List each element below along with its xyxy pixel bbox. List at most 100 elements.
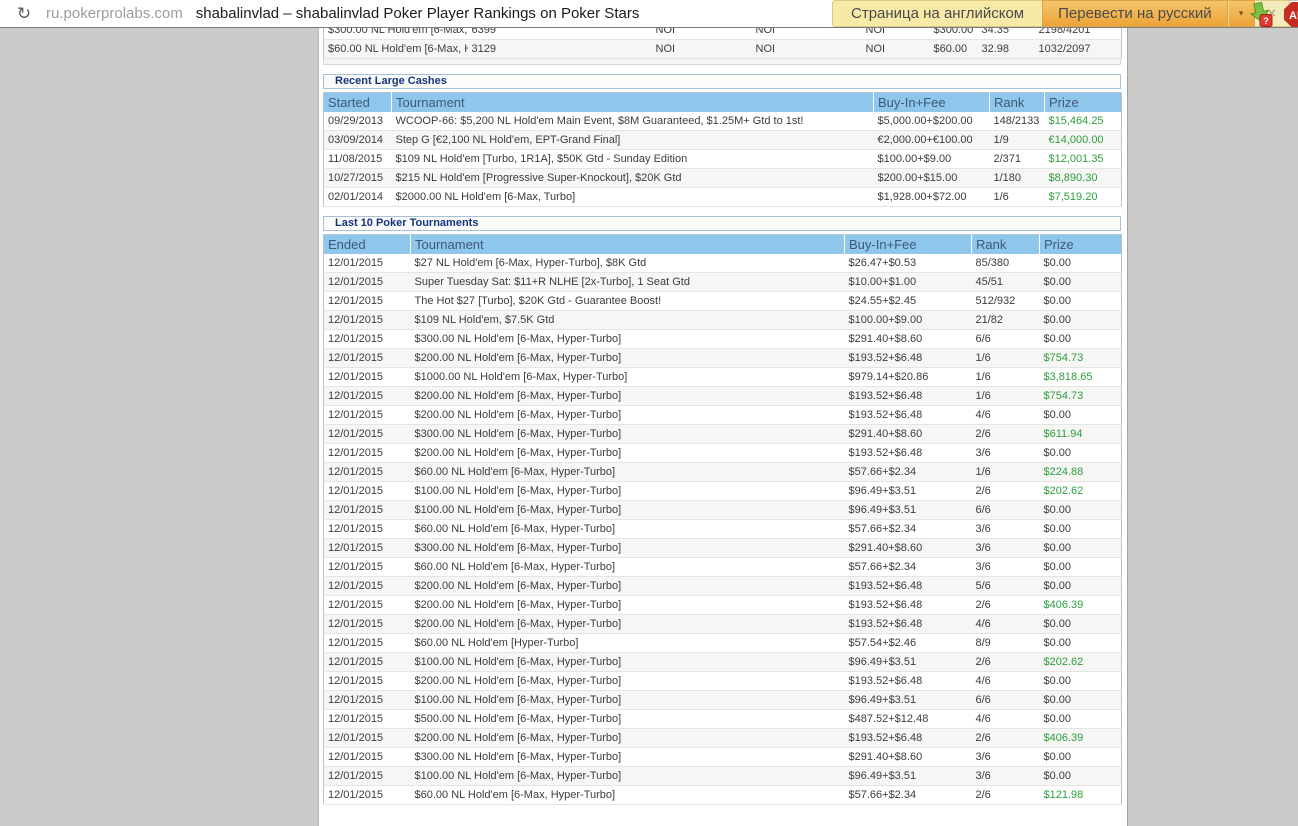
date-cell: 12/01/2015 xyxy=(323,709,411,729)
buyin-fee-cell: $193.52+$6.48 xyxy=(844,728,972,748)
noi-link[interactable]: NOI xyxy=(651,39,752,59)
page-language-button[interactable]: Страница на английском xyxy=(832,0,1043,27)
page-title: shabalinvlad – shabalinvlad Poker Player… xyxy=(195,5,640,22)
noi-link[interactable]: NOI xyxy=(861,39,930,59)
buyin-fee-cell: $193.52+$6.48 xyxy=(844,386,972,406)
date-cell: 11/08/2015 xyxy=(323,149,392,169)
browser-toolbar: ↻ ru.pokerprolabs.com shabalinvlad – sha… xyxy=(0,0,1298,28)
tournament-link[interactable]: $200.00 NL Hold'em [6-Max, Hyper-Turbo] xyxy=(410,443,845,463)
date-cell: 02/01/2014 xyxy=(323,187,392,207)
prize-cell: $0.00 xyxy=(1039,310,1122,330)
noi-link[interactable]: NOI xyxy=(651,28,752,40)
tournament-link[interactable]: $60.00 NL Hold'em [Hyper-Turbo] xyxy=(410,633,845,653)
prize-cell: $8,890.30 xyxy=(1044,168,1122,188)
tournament-link[interactable]: $200.00 NL Hold'em [6-Max, Hyper-Turbo] xyxy=(410,405,845,425)
tournament-link[interactable]: $100.00 NL Hold'em [6-Max, Hyper-Turbo] xyxy=(410,652,845,672)
tournament-link[interactable]: WCOOP-66: $5,200 NL Hold'em Main Event, … xyxy=(391,111,874,131)
date-cell: 12/01/2015 xyxy=(323,595,411,615)
prize-cell: $611.94 xyxy=(1039,424,1122,444)
rank-cell: 2/6 xyxy=(971,595,1040,615)
noi-link[interactable]: NOI xyxy=(751,39,862,59)
tournament-link[interactable]: $60.00 NL Hold'em [6-Max, Hyper-Turbo] xyxy=(410,557,845,577)
prize-cell: $0.00 xyxy=(1039,633,1122,653)
date-cell: 12/01/2015 xyxy=(323,519,411,539)
tournament-link[interactable]: $300.00 NL Hold'em [6-Max, Hyper-Turbo] xyxy=(410,538,845,558)
date-cell: 12/01/2015 xyxy=(323,291,411,311)
buyin-fee-cell: $193.52+$6.48 xyxy=(844,614,972,634)
noi-link[interactable]: NOI xyxy=(751,28,862,40)
tournament-link[interactable]: $300.00 NL Hold'em [6-Max, Hyper-Turbo] xyxy=(410,424,845,444)
table-row: 09/29/2013 WCOOP-66: $5,200 NL Hold'em M… xyxy=(323,111,1122,131)
table-row: 12/01/2015 $100.00 NL Hold'em [6-Max, Hy… xyxy=(323,481,1122,501)
tournament-link[interactable]: $60.00 NL Hold'em [6-Max, Hyper-Turbo] xyxy=(410,519,845,539)
tournament-link[interactable]: The Hot $27 [Turbo], $20K Gtd - Guarante… xyxy=(410,291,845,311)
prize-cell: $15,464.25 xyxy=(1044,111,1122,131)
prize-cell: $0.00 xyxy=(1039,709,1122,729)
tournament-link[interactable]: $200.00 NL Hold'em [6-Max, Hyper-Turbo] xyxy=(410,671,845,691)
tournament-link[interactable]: $100.00 NL Hold'em [6-Max, Hyper-Turbo] xyxy=(410,500,845,520)
date-cell: 12/01/2015 xyxy=(323,785,411,805)
address-bar-domain[interactable]: ru.pokerprolabs.com xyxy=(46,5,183,22)
date-cell: 12/01/2015 xyxy=(323,500,411,520)
rank-cell: 21/82 xyxy=(971,310,1040,330)
date-cell: 12/01/2015 xyxy=(323,766,411,786)
page-content: $300.00 NL Hold'em [6-Max, Hyper-Turbo] … xyxy=(318,28,1128,826)
noi-link[interactable]: NOI xyxy=(861,28,930,40)
translate-button[interactable]: Перевести на русский xyxy=(1042,0,1228,27)
rank-cell: 2198/4201 xyxy=(1034,28,1122,40)
tournament-link[interactable]: $500.00 NL Hold'em [6-Max, Hyper-Turbo] xyxy=(410,709,845,729)
translate-bar: Страница на английском Перевести на русс… xyxy=(832,0,1298,27)
tournament-link[interactable]: $109 NL Hold'em, $7.5K Gtd xyxy=(410,310,845,330)
table-row: 12/01/2015 $60.00 NL Hold'em [6-Max, Hyp… xyxy=(323,462,1122,482)
tournament-link[interactable]: $60.00 NL Hold'em [6-Max, Hyper-Turbo] xyxy=(410,785,845,805)
tournament-link[interactable]: $100.00 NL Hold'em [6-Max, Hyper-Turbo] xyxy=(410,690,845,710)
roi-cell: 34.35 xyxy=(977,28,1035,40)
tournament-link[interactable]: $200.00 NL Hold'em [6-Max, Hyper-Turbo] xyxy=(410,614,845,634)
tournament-link[interactable]: Super Tuesday Sat: $11+R NLHE [2x-Turbo]… xyxy=(410,272,845,292)
tournament-link[interactable]: $27 NL Hold'em [6-Max, Hyper-Turbo], $8K… xyxy=(410,253,845,273)
tournament-link[interactable]: $215 NL Hold'em [Progressive Super-Knock… xyxy=(391,168,874,188)
tournament-link[interactable]: $109 NL Hold'em [Turbo, 1R1A], $50K Gtd … xyxy=(391,149,874,169)
tournament-link[interactable]: $200.00 NL Hold'em [6-Max, Hyper-Turbo] xyxy=(410,348,845,368)
games-count-cell: 3129 xyxy=(467,39,652,59)
prize-cell: $0.00 xyxy=(1039,557,1122,577)
date-cell: 12/01/2015 xyxy=(323,481,411,501)
date-cell: 12/01/2015 xyxy=(323,443,411,463)
download-arrow-icon[interactable]: ? xyxy=(1247,1,1274,33)
page-background: $300.00 NL Hold'em [6-Max, Hyper-Turbo] … xyxy=(0,28,1298,826)
rank-cell: 3/6 xyxy=(971,747,1040,767)
tournament-link[interactable]: $100.00 NL Hold'em [6-Max, Hyper-Turbo] xyxy=(410,766,845,786)
date-cell: 12/01/2015 xyxy=(323,671,411,691)
buyin-cell: $300.00 xyxy=(929,28,978,40)
tournament-link[interactable]: $200.00 NL Hold'em [6-Max, Hyper-Turbo] xyxy=(410,728,845,748)
buyin-fee-cell: $193.52+$6.48 xyxy=(844,443,972,463)
tournament-link[interactable]: $200.00 NL Hold'em [6-Max, Hyper-Turbo] xyxy=(410,595,845,615)
date-cell: 10/27/2015 xyxy=(323,168,392,188)
rank-cell: 6/6 xyxy=(971,329,1040,349)
tournament-link[interactable]: $60.00 NL Hold'em [6-Max, Hyper-Turbo] xyxy=(410,462,845,482)
game-stats-table: $300.00 NL Hold'em [6-Max, Hyper-Turbo] … xyxy=(323,28,1122,59)
tournament-link[interactable]: $2000.00 NL Hold'em [6-Max, Turbo] xyxy=(391,187,874,207)
tournament-link[interactable]: Step G [€2,100 NL Hold'em, EPT-Grand Fin… xyxy=(391,130,874,150)
tournament-link[interactable]: $1000.00 NL Hold'em [6-Max, Hyper-Turbo] xyxy=(410,367,845,387)
section-header-recent-large-cashes: Recent Large Cashes xyxy=(323,74,1121,89)
table-row: 12/01/2015 $100.00 NL Hold'em [6-Max, Hy… xyxy=(323,500,1122,520)
tournament-link[interactable]: $200.00 NL Hold'em [6-Max, Hyper-Turbo] xyxy=(410,576,845,596)
rank-cell: 2/6 xyxy=(971,728,1040,748)
prize-cell: $0.00 xyxy=(1039,690,1122,710)
tournament-link[interactable]: $200.00 NL Hold'em [6-Max, Hyper-Turbo] xyxy=(410,386,845,406)
tournament-link[interactable]: $300.00 NL Hold'em [6-Max, Hyper-Turbo] xyxy=(410,329,845,349)
buyin-fee-cell: $193.52+$6.48 xyxy=(844,671,972,691)
buyin-fee-cell: $200.00+$15.00 xyxy=(873,168,990,188)
buyin-fee-cell: $100.00+$9.00 xyxy=(844,310,972,330)
rank-cell: 3/6 xyxy=(971,538,1040,558)
table-row: 12/01/2015 $100.00 NL Hold'em [6-Max, Hy… xyxy=(323,652,1122,672)
tournament-link[interactable]: $300.00 NL Hold'em [6-Max, Hyper-Turbo] xyxy=(410,747,845,767)
buyin-fee-cell: €2,000.00+€100.00 xyxy=(873,130,990,150)
table-row: 12/01/2015 $109 NL Hold'em, $7.5K Gtd $1… xyxy=(323,310,1122,330)
table-row: 12/01/2015 $200.00 NL Hold'em [6-Max, Hy… xyxy=(323,386,1122,406)
tournament-link[interactable]: $100.00 NL Hold'em [6-Max, Hyper-Turbo] xyxy=(410,481,845,501)
reload-icon[interactable]: ↻ xyxy=(14,4,34,24)
rank-cell: 5/6 xyxy=(971,576,1040,596)
adblock-icon[interactable]: AB xyxy=(1284,2,1298,32)
